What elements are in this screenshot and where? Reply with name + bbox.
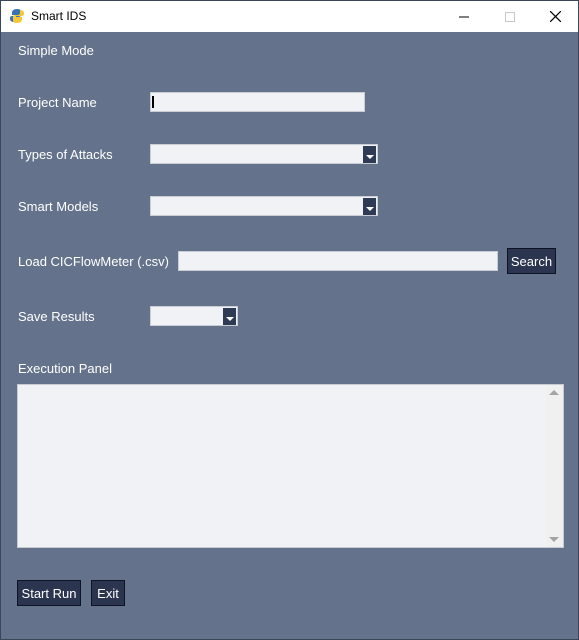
csv-path-input[interactable] — [178, 251, 498, 271]
scroll-up-icon[interactable] — [549, 390, 559, 395]
app-window: Smart IDS Simple Mode Project Name Types… — [0, 0, 579, 640]
smart-models-label: Smart Models — [18, 199, 99, 214]
minimize-button[interactable] — [441, 1, 487, 32]
scroll-down-icon[interactable] — [549, 537, 559, 542]
project-name-input[interactable] — [150, 92, 365, 112]
save-results-label: Save Results — [18, 309, 95, 324]
maximize-icon — [505, 11, 515, 22]
save-results-combobox[interactable] — [150, 306, 238, 326]
project-name-label: Project Name — [18, 95, 97, 110]
smart-models-combobox[interactable] — [150, 196, 378, 216]
load-csv-label: Load CICFlowMeter (.csv) — [18, 254, 169, 269]
chevron-down-icon[interactable] — [223, 308, 236, 325]
types-of-attacks-combobox[interactable] — [150, 144, 378, 164]
maximize-button[interactable] — [487, 1, 533, 32]
search-button[interactable]: Search — [507, 248, 556, 274]
chevron-down-icon[interactable] — [363, 146, 376, 163]
minimize-icon — [459, 16, 469, 17]
text-caret — [152, 96, 154, 108]
chevron-down-icon[interactable] — [363, 198, 376, 215]
execution-panel-textarea[interactable] — [17, 384, 564, 548]
close-button[interactable] — [532, 1, 578, 32]
mode-label: Simple Mode — [18, 43, 94, 58]
close-icon — [549, 11, 561, 22]
types-of-attacks-label: Types of Attacks — [18, 147, 113, 162]
exit-button[interactable]: Exit — [91, 580, 125, 606]
title-bar: Smart IDS — [1, 1, 578, 32]
start-run-button[interactable]: Start Run — [17, 580, 81, 606]
window-title: Smart IDS — [31, 9, 87, 23]
execution-panel-label: Execution Panel — [18, 361, 112, 376]
vertical-scrollbar[interactable] — [546, 385, 563, 547]
python-feather-icon — [10, 9, 24, 23]
